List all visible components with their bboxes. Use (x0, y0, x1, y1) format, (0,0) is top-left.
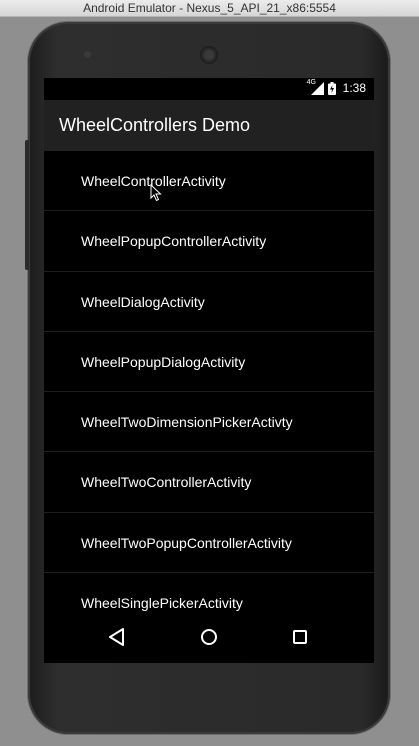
list-item-label: WheelTwoDimensionPickerActivty (81, 414, 293, 431)
front-camera (84, 51, 91, 58)
navigation-bar (44, 611, 374, 663)
list-item[interactable]: WheelTwoDimensionPickerActivty (44, 392, 374, 453)
activity-list[interactable]: WheelControllerActivity WheelPopupContro… (44, 151, 374, 611)
list-item[interactable]: WheelPopupControllerActivity (44, 211, 374, 272)
status-time: 1:38 (342, 81, 366, 95)
device-screen: 4G 1:38 WheelControllers Demo WheelContr… (44, 78, 374, 663)
list-item-label: WheelPopupControllerActivity (81, 233, 267, 250)
list-item[interactable]: WheelDialogActivity (44, 272, 374, 332)
home-icon[interactable] (196, 624, 222, 650)
list-item[interactable]: WheelPopupDialogActivity (44, 332, 374, 393)
signal-icon: 4G (306, 78, 324, 95)
list-item-label: WheelSinglePickerActivity (81, 595, 243, 611)
recents-icon[interactable] (287, 624, 313, 650)
list-item-label: WheelDialogActivity (81, 293, 205, 310)
list-item[interactable]: WheelTwoControllerActivity (44, 452, 374, 513)
earpiece-speaker (200, 46, 218, 64)
list-item[interactable]: WheelSinglePickerActivity (44, 573, 374, 611)
volume-button[interactable] (25, 140, 29, 270)
emulator-window-title: Android Emulator - Nexus_5_API_21_x86:55… (0, 0, 419, 17)
action-bar: WheelControllers Demo (44, 100, 374, 151)
network-type-label: 4G (306, 78, 316, 86)
list-item[interactable]: WheelTwoPopupControllerActivity (44, 513, 374, 574)
list-item-label: WheelPopupDialogActivity (81, 353, 246, 370)
list-item-label: WheelTwoControllerActivity (81, 474, 252, 491)
battery-icon (327, 81, 336, 95)
mouse-cursor-icon (150, 183, 162, 202)
status-bar: 4G 1:38 (44, 78, 374, 100)
list-item-label: WheelTwoPopupControllerActivity (81, 534, 292, 551)
list-item[interactable]: WheelControllerActivity (44, 151, 374, 212)
app-title: WheelControllers Demo (59, 115, 251, 135)
back-icon[interactable] (104, 624, 130, 650)
